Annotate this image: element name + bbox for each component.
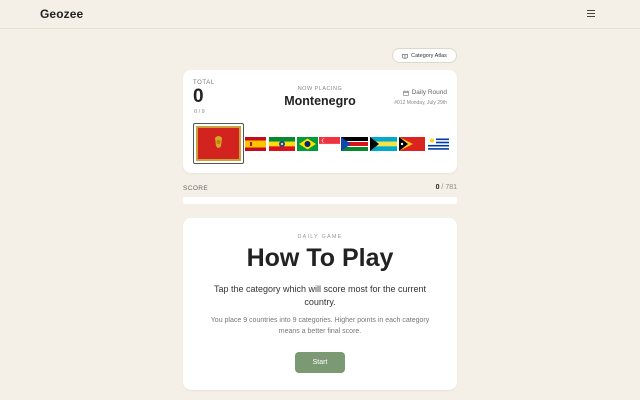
score-max: / 781 <box>439 184 457 191</box>
score-value: 0 / 781 <box>436 184 457 191</box>
placed-count: 0 / 9 <box>194 109 205 115</box>
top-bar: Geozee <box>0 0 640 29</box>
flag-ethiopia <box>269 134 295 154</box>
current-flag-frame <box>193 123 244 164</box>
flag-south-sudan <box>341 134 368 154</box>
start-button[interactable]: Start <box>295 352 345 373</box>
instruction-text: Tap the category which will score most f… <box>213 284 427 307</box>
book-icon <box>402 53 408 59</box>
total-value: 0 <box>193 86 204 107</box>
flag-singapore <box>319 134 340 154</box>
flag-spain <box>245 134 266 154</box>
daily-round-text: Daily Round <box>411 89 447 96</box>
how-to-play-title: How To Play <box>246 244 394 272</box>
flag-montenegro <box>196 126 241 161</box>
logo[interactable]: Geozee <box>40 7 83 21</box>
flag-east-timor <box>399 134 425 154</box>
calendar-icon <box>402 90 409 96</box>
category-atlas-label: Category Atlas <box>411 52 447 59</box>
score-progress-bar <box>183 197 457 204</box>
flag-uruguay <box>428 134 449 154</box>
how-to-play-card: DAILY GAME How To Play Tap the category … <box>183 218 457 390</box>
instruction-subtext: You place 9 countries into 9 categories.… <box>210 317 430 335</box>
daily-round-label: Daily Round <box>402 89 447 96</box>
flag-bahamas <box>370 134 397 154</box>
flag-brazil <box>297 134 318 154</box>
round-date: #012 Monday, July 29th <box>394 100 447 106</box>
category-atlas-button[interactable]: Category Atlas <box>392 48 457 63</box>
score-label: SCORE <box>183 185 209 192</box>
hamburger-icon[interactable] <box>587 10 595 18</box>
daily-game-label: DAILY GAME <box>297 234 343 240</box>
